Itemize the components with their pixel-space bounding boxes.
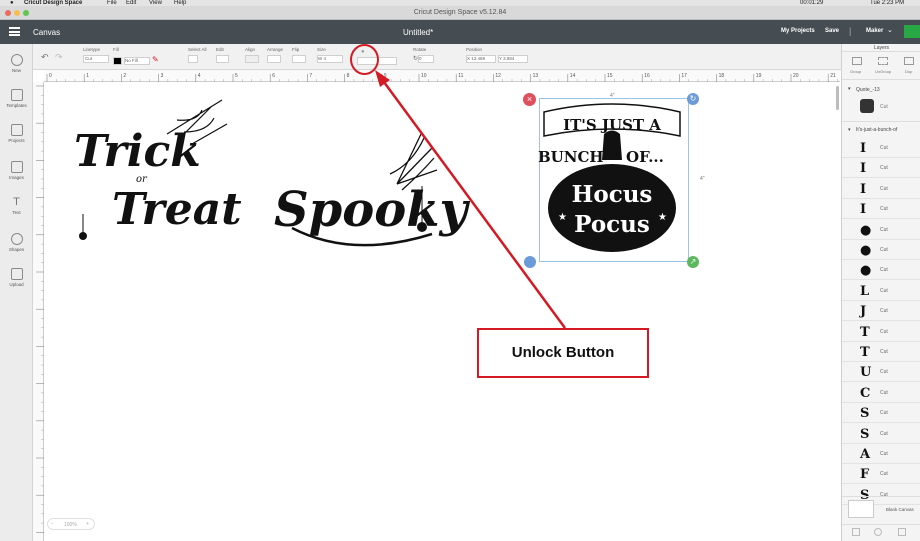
unlock-button-callout: Unlock Button — [477, 328, 649, 378]
annotation-arrow — [375, 70, 567, 329]
